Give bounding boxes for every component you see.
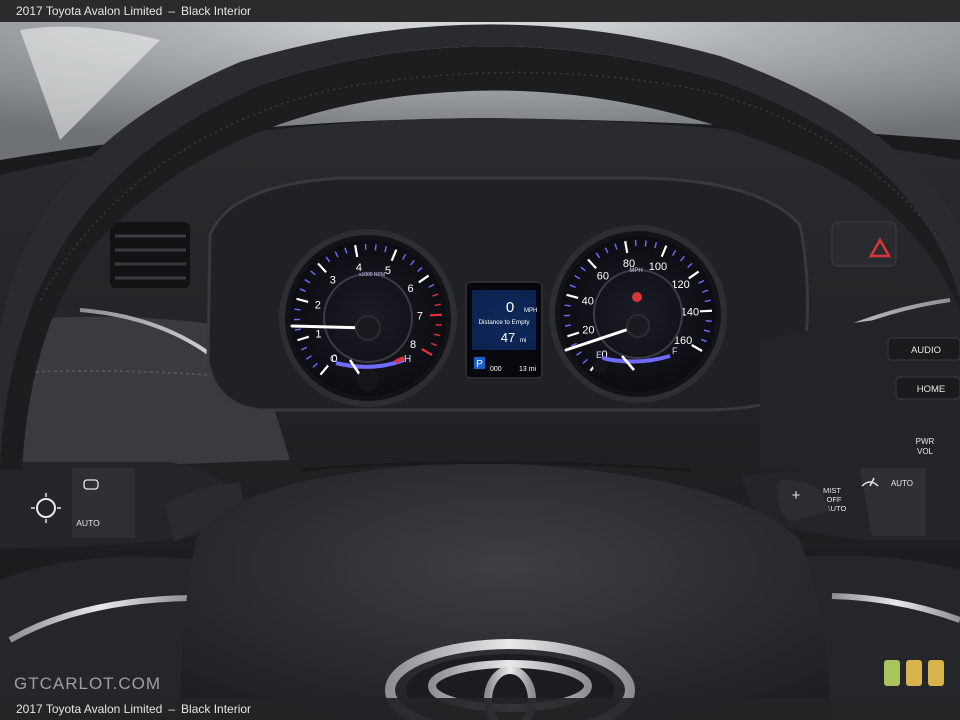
tach-tick: [429, 313, 442, 317]
home-button[interactable]: HOME: [895, 376, 960, 400]
tach-label: 3: [330, 275, 336, 287]
left-stalk-auto: AUTO: [76, 518, 100, 528]
caption-bottom-title: 2017 Toyota Avalon Limited: [16, 702, 163, 716]
tach-label: 8: [410, 339, 416, 351]
tach-label: 6: [408, 283, 414, 295]
display-speed: 0: [506, 299, 514, 316]
speed-label: 140: [681, 307, 699, 319]
audio-button-label: AUDIO: [911, 345, 941, 356]
display-distance-label: Distance to Empty: [478, 319, 530, 326]
caption-separator: –: [168, 4, 176, 18]
display-odometer: 000: [490, 366, 502, 373]
temp-cold-label: C: [330, 354, 337, 365]
multi-info-display: 0 MPH Distance to Empty 47 mi P 000 13 m…: [465, 281, 543, 379]
tach-tick: [435, 323, 442, 326]
speed-unit: MPH: [629, 268, 642, 274]
temp-hot-label: H: [404, 354, 411, 365]
mist-label: MIST: [823, 486, 841, 495]
speedometer: 020406080 100120140160 MPH E F: [549, 225, 727, 403]
plus-icon: +: [792, 487, 801, 504]
caption-bottom: 2017 Toyota Avalon Limited – Black Inter…: [0, 698, 960, 720]
tach-tick: [294, 328, 302, 331]
tach-label: 2: [315, 300, 321, 312]
warning-light-icon: [632, 292, 642, 302]
tach-tick: [294, 308, 301, 311]
display-distance-value: 47: [501, 330, 515, 345]
status-indicator: [884, 660, 944, 686]
speed-tick: [644, 240, 647, 247]
dashboard-photo: 01234 5678 x1000 RPM C H 020406080 1001201…: [0, 0, 960, 720]
display-gear: P: [476, 359, 483, 370]
speed-label: 60: [597, 271, 609, 283]
speed-tick: [699, 309, 712, 313]
speed-label: 40: [582, 296, 594, 308]
fuel-full-label: F: [672, 346, 678, 356]
off-label: OFF: [827, 495, 842, 504]
fuel-empty-label: E: [596, 350, 602, 360]
caption-subtitle: Black Interior: [181, 4, 252, 18]
tach-label: 1: [315, 329, 321, 341]
speed-label: 20: [582, 325, 594, 337]
left-vent: [110, 222, 190, 288]
watermark: GTCARLOT.COM: [14, 674, 162, 693]
tach-unit: x1000 RPM: [359, 272, 385, 278]
caption-title: 2017 Toyota Avalon Limited: [16, 4, 163, 18]
display-odometer-unit: 13 mi: [519, 366, 537, 373]
speed-tick: [705, 319, 712, 322]
tach-tick: [374, 244, 377, 251]
caption-top: 2017 Toyota Avalon Limited – Black Inter…: [0, 0, 960, 22]
right-stalk-auto2: AUTO: [891, 479, 913, 488]
pwr-label: PWR: [916, 437, 935, 446]
tach-label: 7: [417, 311, 423, 323]
audio-button[interactable]: AUDIO: [887, 337, 960, 361]
tachometer: 01234 5678 x1000 RPM C H: [279, 229, 457, 407]
display-distance-unit: mi: [520, 338, 526, 344]
display-speed-unit: MPH: [524, 308, 537, 314]
speed-tick: [564, 324, 572, 327]
hazard-button[interactable]: [831, 221, 897, 267]
speed-tick: [564, 304, 571, 307]
home-button-label: HOME: [917, 384, 946, 395]
caption-bottom-subtitle: Black Interior: [181, 702, 252, 716]
vol-label: VOL: [917, 447, 934, 456]
caption-bottom-separator: –: [168, 702, 176, 716]
power-volume-knob[interactable]: PWR VOL: [916, 437, 935, 456]
tach-label: 5: [385, 265, 391, 277]
